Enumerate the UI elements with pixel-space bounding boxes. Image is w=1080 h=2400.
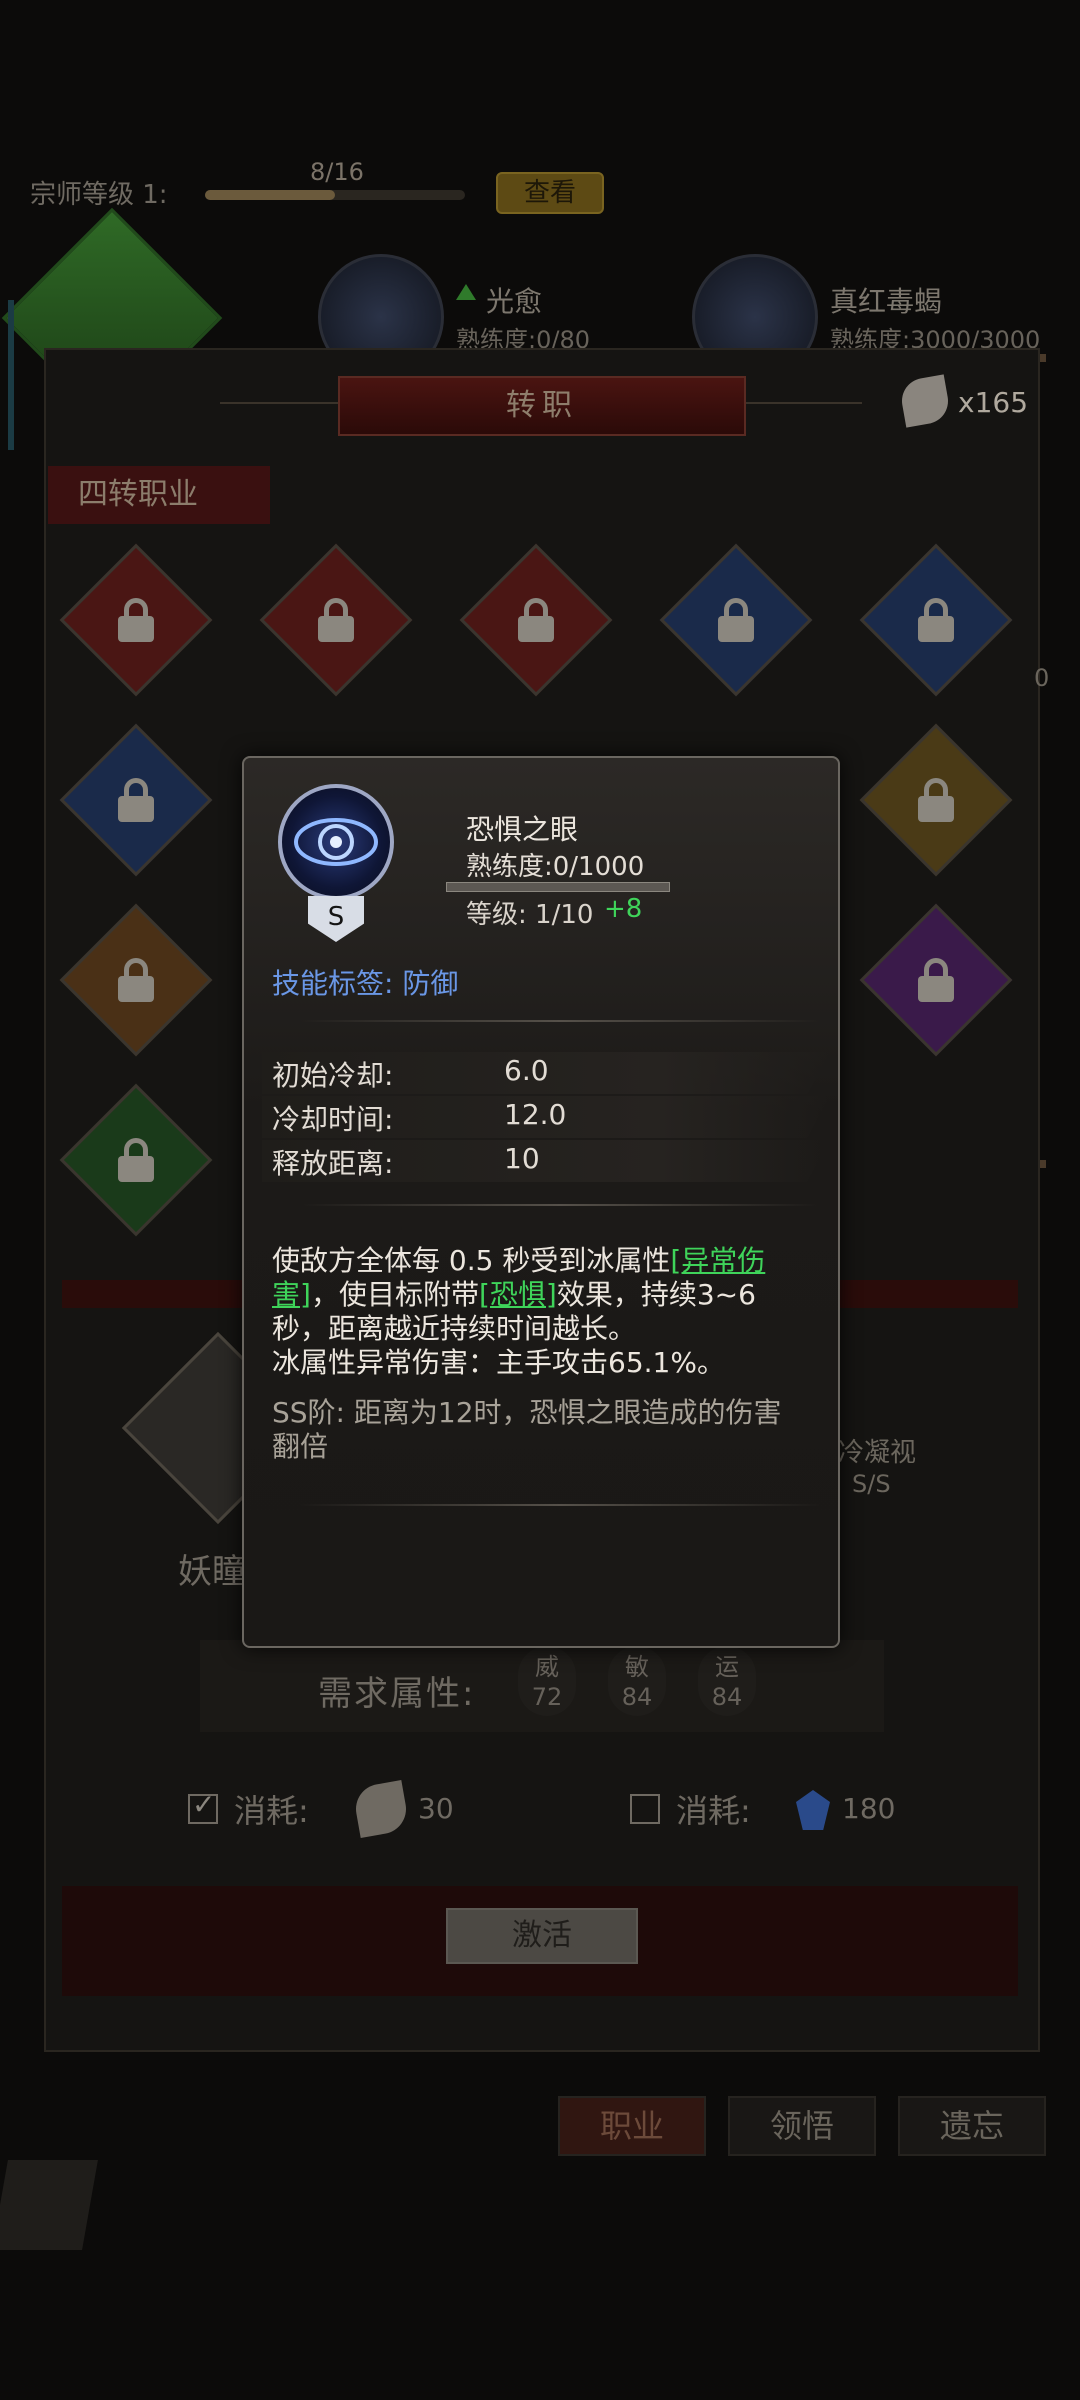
attr-label-range: 释放距离: <box>272 1147 394 1180</box>
stat-luck: 运 84 <box>698 1646 756 1716</box>
class-slot[interactable] <box>859 543 1014 698</box>
rank-letter: S <box>327 902 345 932</box>
class-name-label: 妖瞳 <box>178 1552 246 1592</box>
master-level-label: 宗师等级 1: <box>30 180 168 210</box>
cost1-amount: 30 <box>418 1792 454 1825</box>
master-progress-text: 8/16 <box>310 158 364 186</box>
cost2-label: 消耗: <box>676 1792 751 1830</box>
skill-description: 使敌方全体每 0.5 秒受到冰属性[异常伤害]，使目标附带[恐惧]效果，持续3~… <box>272 1244 766 1379</box>
attr-value-range: 10 <box>504 1142 540 1175</box>
skill-level-bonus: +8 <box>604 894 643 924</box>
panel-title: 转职 <box>338 376 746 436</box>
divider <box>300 1204 820 1206</box>
back-icon[interactable] <box>0 2160 98 2250</box>
scroll-marker <box>1040 1160 1046 1168</box>
tab-comprehend[interactable]: 领悟 <box>728 2096 876 2156</box>
required-attributes-label: 需求属性: <box>318 1674 476 1714</box>
divider <box>300 1504 820 1506</box>
section-tab-fourth-class[interactable]: 四转职业 <box>48 466 270 524</box>
attr-value-cooldown: 12.0 <box>504 1098 567 1131</box>
ss-rank-description: SS阶: 距离为12时，恐惧之眼造成的伤害翻倍 <box>272 1396 782 1463</box>
activate-button[interactable]: 激活 <box>446 1908 638 1964</box>
arrow-up-icon <box>456 284 476 300</box>
class-slot[interactable] <box>59 1083 214 1238</box>
stat-might: 威 72 <box>518 1646 576 1716</box>
cost1-label: 消耗: <box>234 1792 309 1830</box>
cost2-checkbox[interactable] <box>630 1794 660 1824</box>
eye-of-fear-icon <box>278 784 394 900</box>
class-slot[interactable] <box>59 723 214 878</box>
class-slot[interactable] <box>59 903 214 1058</box>
class-slot[interactable] <box>259 543 414 698</box>
class-slot[interactable] <box>859 723 1014 878</box>
view-button[interactable]: 查看 <box>496 172 604 214</box>
scroll-marker <box>1040 354 1046 362</box>
cost2-amount: 180 <box>842 1792 896 1825</box>
attr-label-initial-cooldown: 初始冷却: <box>272 1059 394 1092</box>
leaf-count: x165 <box>958 386 1029 419</box>
divider <box>300 1020 820 1022</box>
class-slot[interactable] <box>859 903 1014 1058</box>
cost1-checkbox[interactable]: ✓ <box>188 1788 218 1824</box>
tab-forget[interactable]: 遗忘 <box>898 2096 1046 2156</box>
side-hint: 0 <box>1034 664 1050 692</box>
class-slot[interactable] <box>59 543 214 698</box>
stat-agility: 敏 84 <box>608 1646 666 1716</box>
skill-name: 恐惧之眼 <box>466 813 579 846</box>
attr-value-initial-cooldown: 6.0 <box>504 1054 549 1087</box>
title-ornament-left <box>220 402 340 404</box>
title-ornament-right <box>742 402 862 404</box>
class-slot[interactable] <box>659 543 814 698</box>
master-progress-fill <box>205 190 335 200</box>
skill-level: 等级: 1/10 <box>466 900 594 930</box>
skill-tag: 技能标签: 防御 <box>272 967 459 1000</box>
skill-cold-gaze-label: 冷凝视 <box>838 1438 917 1468</box>
skill-rank-label: S/S <box>852 1470 891 1498</box>
proficiency-bar <box>446 882 670 892</box>
tab-class[interactable]: 职业 <box>558 2096 706 2156</box>
top-skill-name-2: 真红毒蝎 <box>830 285 943 318</box>
class-slot[interactable] <box>459 543 614 698</box>
skill-proficiency: 熟练度:0/1000 <box>466 852 645 882</box>
attr-label-cooldown: 冷却时间: <box>272 1103 394 1136</box>
top-skill-name-1: 光愈 <box>486 285 543 318</box>
side-edge <box>8 300 14 450</box>
